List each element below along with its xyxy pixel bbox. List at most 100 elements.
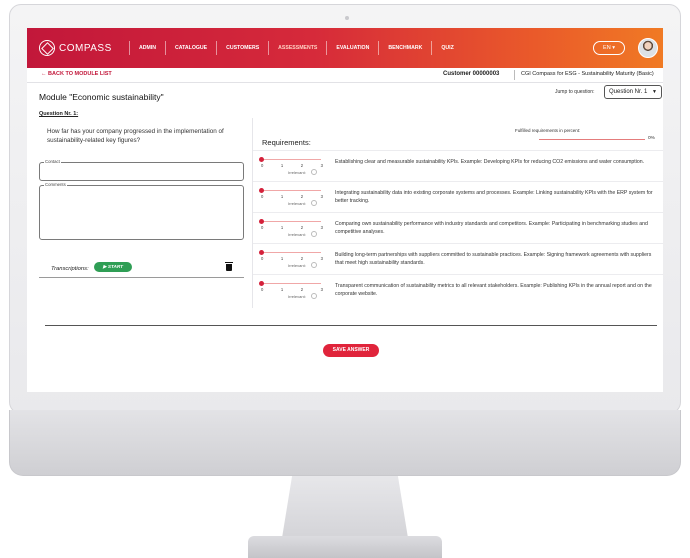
requirement-text: Comparing own sustainability performance… xyxy=(335,221,648,235)
scale-1: 1 xyxy=(280,194,284,199)
scale-3: 3 xyxy=(320,256,323,261)
rating-slider[interactable]: 0 1 2 3 Irrelevant: xyxy=(259,219,323,239)
comments-field[interactable]: Comments xyxy=(39,182,244,240)
scale-1: 1 xyxy=(280,256,284,261)
slider-scale: 0 1 2 3 xyxy=(261,225,323,230)
irrelevant-label: Irrelevant: xyxy=(288,170,306,175)
nav-item-evaluation[interactable]: EVALUATION xyxy=(326,41,378,55)
jump-select-value: Question Nr. 1 xyxy=(609,89,648,95)
requirement-row: 0 1 2 3 Irrelevant: Integrating sustaina… xyxy=(253,181,663,212)
product-label: CGI Compass for ESG - Sustainability Mat… xyxy=(521,71,654,77)
nav-item-benchmark[interactable]: BENCHMARK xyxy=(378,41,431,55)
language-selector[interactable]: EN ▾ xyxy=(593,41,625,55)
scale-3: 3 xyxy=(320,287,323,292)
nav-item-customers[interactable]: CUSTOMERS xyxy=(216,41,268,55)
scale-2: 2 xyxy=(300,225,304,230)
contact-field[interactable]: Contact xyxy=(39,159,244,181)
sub-header: ← BACK TO MODULE LIST Customer 00000003 … xyxy=(27,68,663,83)
chevron-down-icon: ▼ xyxy=(652,89,657,95)
top-nav: COMPASS ADMIN CATALOGUE CUSTOMERS ASSESS… xyxy=(27,28,663,68)
transcriptions-label: Transcriptions: xyxy=(51,266,89,272)
irrelevant-radio[interactable] xyxy=(311,262,317,268)
scale-0: 0 xyxy=(261,163,264,168)
irrelevant-label: Irrelevant: xyxy=(288,263,306,268)
slider-handle[interactable] xyxy=(259,188,264,193)
stage: COMPASS ADMIN CATALOGUE CUSTOMERS ASSESS… xyxy=(0,0,690,558)
nav-item-catalogue[interactable]: CATALOGUE xyxy=(165,41,216,55)
rating-slider[interactable]: 0 1 2 3 Irrelevant: xyxy=(259,188,323,208)
nav-links: ADMIN CATALOGUE CUSTOMERS ASSESSMENTS EV… xyxy=(129,28,463,68)
fulfilled-value: 0% xyxy=(648,136,655,141)
scale-0: 0 xyxy=(261,256,264,261)
irrelevant-label: Irrelevant: xyxy=(288,294,306,299)
nav-item-assessments[interactable]: ASSESSMENTS xyxy=(268,41,326,55)
jump-to-question-select[interactable]: Question Nr. 1 ▼ xyxy=(604,85,662,99)
screen: COMPASS ADMIN CATALOGUE CUSTOMERS ASSESS… xyxy=(27,28,663,392)
scale-2: 2 xyxy=(300,194,304,199)
slider-scale: 0 1 2 3 xyxy=(261,194,323,199)
camera-icon xyxy=(345,16,349,20)
irrelevant-label: Irrelevant: xyxy=(288,201,306,206)
irrelevant-radio[interactable] xyxy=(311,231,317,237)
scale-2: 2 xyxy=(300,287,304,292)
requirement-row: 0 1 2 3 Irrelevant: Comparing own sustai… xyxy=(253,212,663,243)
requirement-text: Integrating sustainability data into exi… xyxy=(335,190,653,204)
slider-track xyxy=(261,283,321,284)
start-transcription-button[interactable]: ▶ START xyxy=(94,262,132,272)
rating-slider[interactable]: 0 1 2 3 Irrelevant: xyxy=(259,157,323,177)
scale-2: 2 xyxy=(300,163,304,168)
requirement-text: Establishing clear and measurable sustai… xyxy=(335,159,645,165)
slider-handle[interactable] xyxy=(259,281,264,286)
back-to-module-list-link[interactable]: ← BACK TO MODULE LIST xyxy=(41,71,112,77)
irrelevant-radio[interactable] xyxy=(311,293,317,299)
scale-3: 3 xyxy=(320,225,323,230)
slider-scale: 0 1 2 3 xyxy=(261,163,323,168)
form-divider xyxy=(45,325,657,326)
page-title: Module "Economic sustainability" xyxy=(39,92,164,102)
logo[interactable]: COMPASS xyxy=(39,40,129,56)
irrelevant-radio[interactable] xyxy=(311,169,317,175)
slider-track xyxy=(261,190,321,191)
requirement-text: Transparent communication of sustainabil… xyxy=(335,283,652,297)
slider-scale: 0 1 2 3 xyxy=(261,287,323,292)
transcriptions-divider xyxy=(39,277,244,278)
irrelevant-radio[interactable] xyxy=(311,200,317,206)
rating-slider[interactable]: 0 1 2 3 Irrelevant: xyxy=(259,250,323,270)
trash-icon[interactable] xyxy=(225,262,233,271)
customer-label: Customer 00000003 xyxy=(443,71,500,77)
avatar[interactable] xyxy=(638,38,658,58)
slider-track xyxy=(261,252,321,253)
slider-handle[interactable] xyxy=(259,250,264,255)
requirement-row: 0 1 2 3 Irrelevant: Transparent communic… xyxy=(253,274,663,305)
scale-3: 3 xyxy=(320,163,323,168)
fulfilled-progress-bar xyxy=(539,139,645,140)
monitor-chin xyxy=(9,410,681,476)
slider-scale: 0 1 2 3 xyxy=(261,256,323,261)
scale-1: 1 xyxy=(280,225,284,230)
question-number: Question Nr. 1: xyxy=(39,111,79,117)
compass-logo-icon xyxy=(39,40,55,56)
monitor-stand-neck xyxy=(282,476,408,538)
save-answer-button[interactable]: SAVE ANSWER xyxy=(323,344,379,357)
requirement-row: 0 1 2 3 Irrelevant: Establishing clear a… xyxy=(253,150,663,181)
slider-track xyxy=(261,221,321,222)
slider-track xyxy=(261,159,321,160)
requirement-text: Building long-term partnerships with sup… xyxy=(335,252,652,266)
requirements-title: Requirements: xyxy=(262,138,311,147)
header-divider xyxy=(514,70,515,80)
scale-2: 2 xyxy=(300,256,304,261)
scale-1: 1 xyxy=(280,163,284,168)
jump-to-question-label: Jump to question: xyxy=(555,89,595,95)
logo-text: COMPASS xyxy=(59,42,112,54)
scale-0: 0 xyxy=(261,225,264,230)
scale-1: 1 xyxy=(280,287,284,292)
requirement-row: 0 1 2 3 Irrelevant: Building long-term p… xyxy=(253,243,663,274)
comments-label: Comments xyxy=(44,182,67,187)
nav-item-admin[interactable]: ADMIN xyxy=(129,41,165,55)
nav-item-quiz[interactable]: QUIZ xyxy=(431,41,462,55)
scale-0: 0 xyxy=(261,287,264,292)
rating-slider[interactable]: 0 1 2 3 Irrelevant: xyxy=(259,281,323,301)
slider-handle[interactable] xyxy=(259,157,264,162)
slider-handle[interactable] xyxy=(259,219,264,224)
monitor-stand-base xyxy=(248,536,442,558)
